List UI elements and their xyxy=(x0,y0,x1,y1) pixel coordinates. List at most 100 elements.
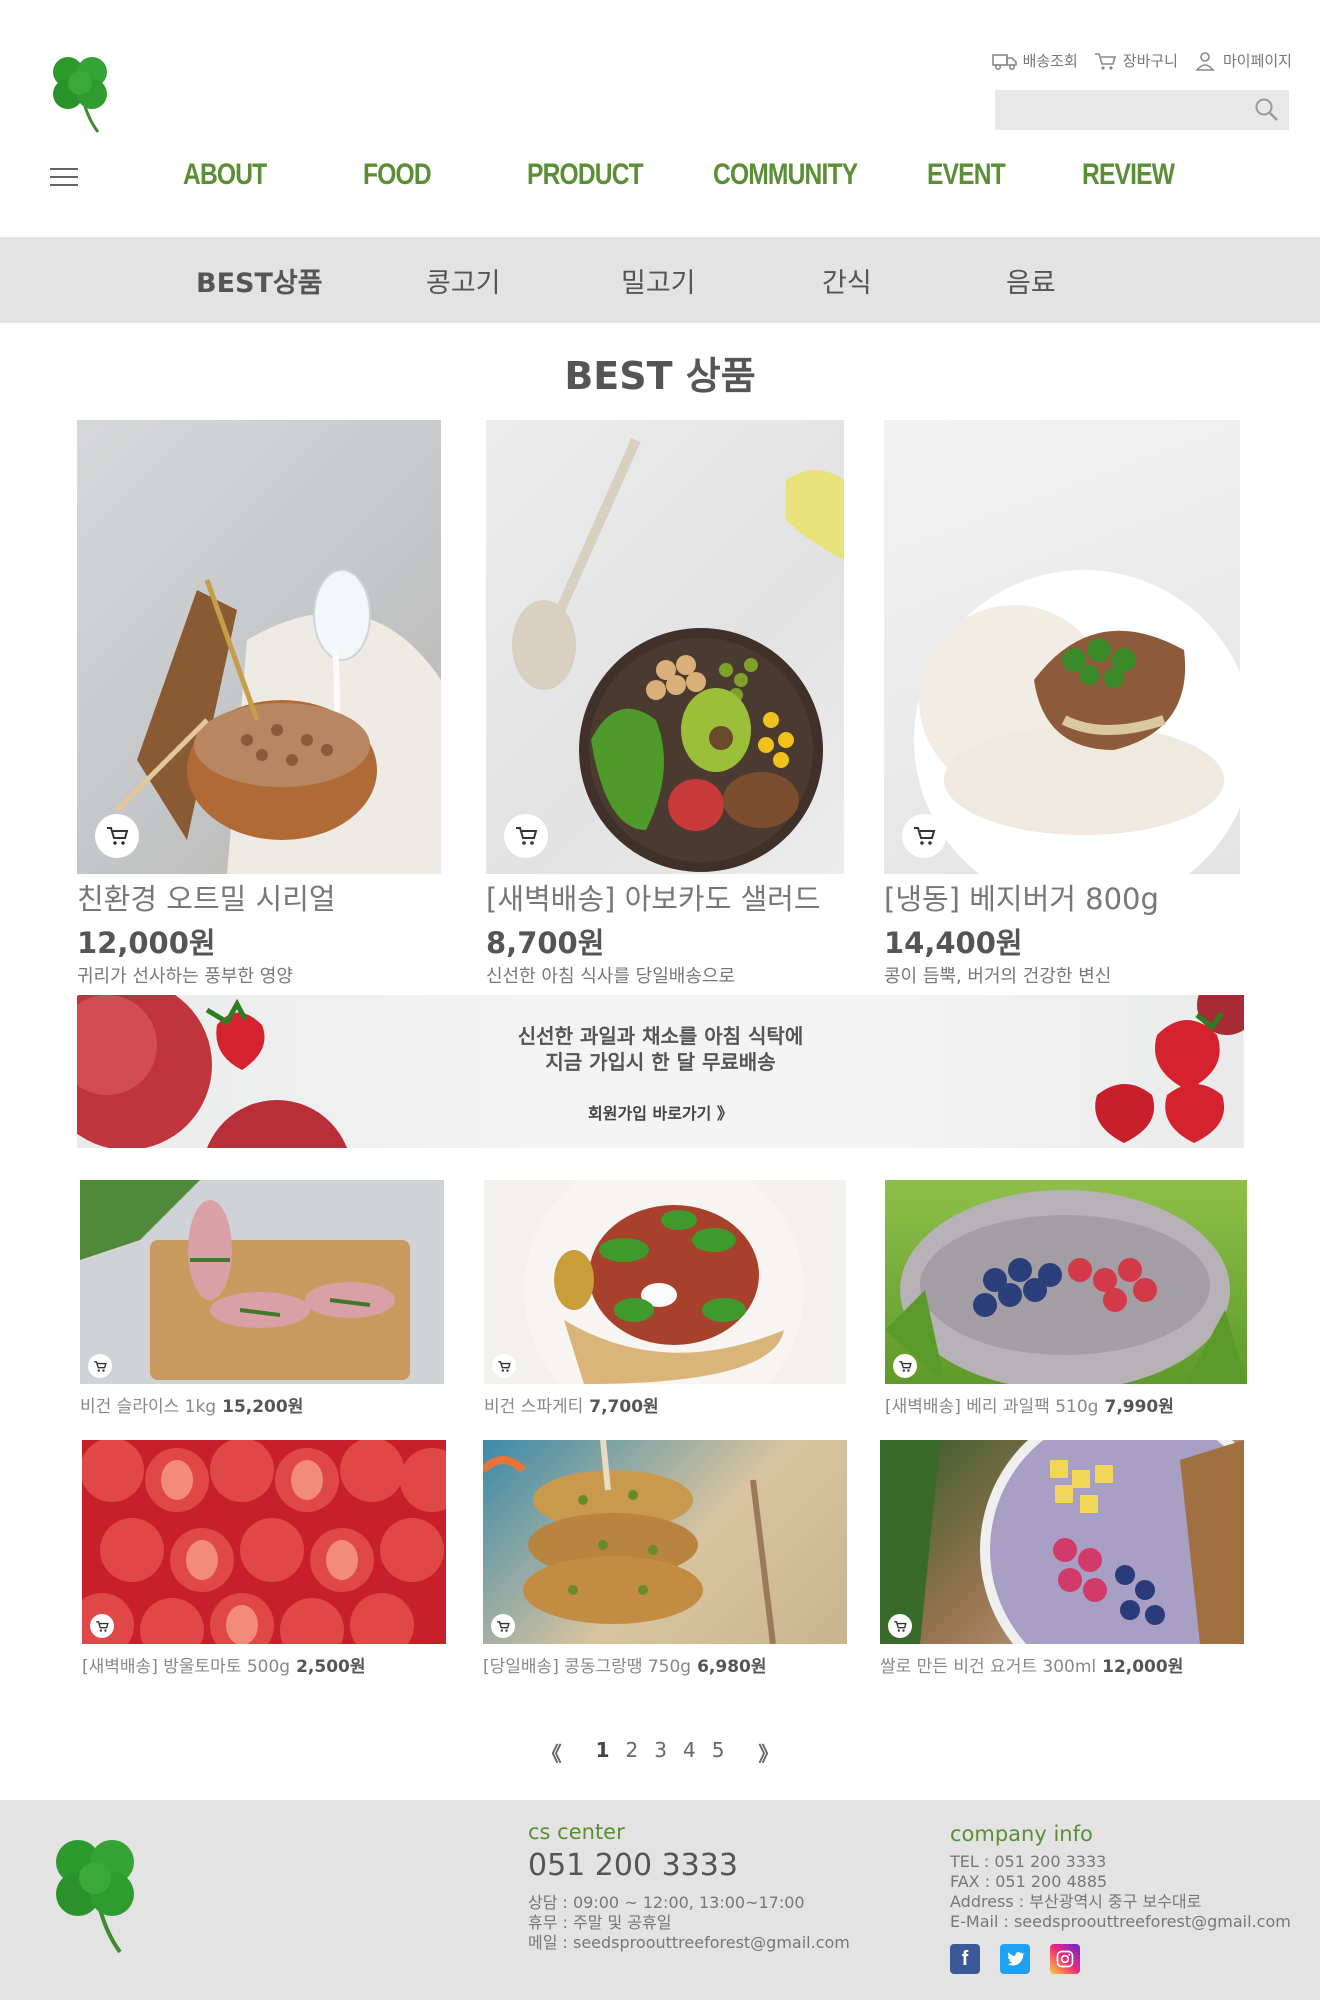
product-image-oatmeal[interactable] xyxy=(77,420,441,874)
prev-page-button[interactable]: 《 xyxy=(516,1738,588,1767)
product-price: 7,990원 xyxy=(1104,1397,1174,1417)
product-image-vegan-spaghetti[interactable] xyxy=(484,1180,846,1384)
product-price: 15,200원 xyxy=(222,1397,304,1417)
company-fax: FAX : 051 200 4885 xyxy=(950,1872,1108,1891)
banner-headline: 신선한 과일과 채소를 아침 식탁에 지금 가입시 한 달 무료배송 xyxy=(77,1023,1244,1075)
product-image-bean-patty[interactable] xyxy=(483,1440,847,1644)
footer: cs center 051 200 3333 상담 : 09:00 ~ 12:0… xyxy=(0,1800,1320,2000)
product-name: 친환경 오트밀 시리얼 xyxy=(77,882,336,916)
tab-wheat-meat[interactable]: 밀고기 xyxy=(621,261,696,300)
cs-holiday: 휴무 : 주말 및 공휴일 xyxy=(528,1913,672,1932)
nav-event[interactable]: EVENT xyxy=(927,158,1006,192)
product-price: 7,700원 xyxy=(589,1397,659,1417)
product-image-rice-yogurt[interactable] xyxy=(880,1440,1244,1644)
cart-icon xyxy=(96,1620,109,1632)
product-image-avocado-salad[interactable] xyxy=(486,420,844,874)
utility-links: 배송조회 장바구니 마이페이지 xyxy=(991,50,1292,71)
truck-icon xyxy=(991,53,1017,70)
banner-line2: 지금 가입시 한 달 무료배송 xyxy=(545,1050,776,1074)
product-name: 쌀로 만든 비건 요거트 300ml xyxy=(880,1657,1097,1677)
page-3[interactable]: 3 xyxy=(646,1738,675,1767)
product-image-vegan-slice[interactable] xyxy=(80,1180,444,1384)
delivery-tracking-link[interactable]: 배송조회 xyxy=(991,50,1078,71)
cs-center: cs center 051 200 3333 상담 : 09:00 ~ 12:0… xyxy=(528,1820,850,1953)
product-card[interactable]: [당일배송] 콩동그랑땡 750g 6,980원 xyxy=(483,1440,847,1677)
main-nav: ABOUT FOOD PRODUCT COMMUNITY EVENT REVIE… xyxy=(150,158,1175,202)
tab-soy-meat[interactable]: 콩고기 xyxy=(426,261,501,300)
product-caption: [새벽배송] 베리 과일팩 510g 7,990원 xyxy=(885,1392,1247,1417)
add-to-cart-button[interactable] xyxy=(492,1354,516,1378)
search-bar xyxy=(995,90,1289,130)
signup-banner[interactable]: 신선한 과일과 채소를 아침 식탁에 지금 가입시 한 달 무료배송 회원가입 … xyxy=(77,995,1244,1148)
product-name: 비건 슬라이스 1kg xyxy=(80,1397,217,1417)
cart-icon xyxy=(94,1360,107,1372)
footer-logo xyxy=(48,1830,144,1954)
add-to-cart-button[interactable] xyxy=(90,1614,114,1638)
twitter-icon[interactable] xyxy=(1000,1944,1030,1974)
product-caption: [새벽배송] 방울토마토 500g 2,500원 xyxy=(82,1652,446,1677)
instagram-icon[interactable] xyxy=(1050,1944,1080,1974)
tab-snacks[interactable]: 간식 xyxy=(822,261,872,300)
add-to-cart-button[interactable] xyxy=(491,1614,515,1638)
product-price: 2,500원 xyxy=(296,1657,366,1677)
cs-phone: 051 200 3333 xyxy=(528,1848,738,1883)
add-to-cart-button[interactable] xyxy=(504,814,548,858)
product-card[interactable]: [새벽배송] 베리 과일팩 510g 7,990원 xyxy=(885,1180,1247,1417)
product-name: [새벽배송] 베리 과일팩 510g xyxy=(885,1397,1099,1417)
company-address: Address : 부산광역시 중구 보수대로 xyxy=(950,1892,1202,1911)
page-4[interactable]: 4 xyxy=(675,1738,704,1767)
add-to-cart-button[interactable] xyxy=(893,1354,917,1378)
facebook-icon[interactable]: f xyxy=(950,1944,980,1974)
product-card[interactable]: 비건 슬라이스 1kg 15,200원 xyxy=(80,1180,444,1417)
best-product-card[interactable]: [새벽배송] 아보카도 샐러드 8,700원 신선한 아침 식사를 당일배송으로 xyxy=(486,420,844,988)
page-1[interactable]: 1 xyxy=(588,1738,618,1767)
product-price: 14,400원 xyxy=(884,926,1023,960)
product-price: 8,700원 xyxy=(486,926,605,960)
cart-icon xyxy=(107,827,129,845)
product-image-cherry-tomato[interactable] xyxy=(82,1440,446,1644)
product-desc: 신선한 아침 식사를 당일배송으로 xyxy=(486,966,736,987)
product-card[interactable]: 쌀로 만든 비건 요거트 300ml 12,000원 xyxy=(880,1440,1244,1677)
product-image-berry-pack[interactable] xyxy=(885,1180,1247,1384)
cart-link[interactable]: 장바구니 xyxy=(1092,50,1178,71)
nav-review[interactable]: REVIEW xyxy=(1082,158,1175,192)
cart-icon xyxy=(899,1360,912,1372)
add-to-cart-button[interactable] xyxy=(902,814,946,858)
add-to-cart-button[interactable] xyxy=(95,814,139,858)
delivery-tracking-label: 배송조회 xyxy=(1022,52,1078,70)
search-icon[interactable] xyxy=(1253,96,1281,124)
cart-label: 장바구니 xyxy=(1122,52,1178,70)
product-price: 12,000원 xyxy=(1102,1657,1184,1677)
cart-icon xyxy=(516,827,538,845)
next-page-button[interactable]: 》 xyxy=(732,1738,804,1767)
product-price: 6,980원 xyxy=(697,1657,767,1677)
add-to-cart-button[interactable] xyxy=(88,1354,112,1378)
product-desc: 콩이 듬뿍, 버거의 건강한 변신 xyxy=(884,966,1112,987)
page-5[interactable]: 5 xyxy=(704,1738,733,1767)
nav-community[interactable]: COMMUNITY xyxy=(713,158,858,192)
brand-logo[interactable] xyxy=(46,50,114,134)
company-heading: company info xyxy=(950,1822,1093,1846)
mypage-link[interactable]: 마이페이지 xyxy=(1192,50,1292,71)
nav-food[interactable]: FOOD xyxy=(363,158,432,192)
cart-icon xyxy=(498,1360,511,1372)
menu-icon[interactable] xyxy=(50,168,78,190)
cart-icon xyxy=(894,1620,907,1632)
signup-cta-link[interactable]: 회원가입 바로가기 》 xyxy=(77,1100,1244,1124)
product-card[interactable]: 비건 스파게티 7,700원 xyxy=(484,1180,846,1417)
product-name: [냉동] 베지버거 800g xyxy=(884,882,1159,916)
product-caption: 비건 슬라이스 1kg 15,200원 xyxy=(80,1392,444,1417)
best-product-card[interactable]: 친환경 오트밀 시리얼 12,000원 귀리가 선사하는 풍부한 영양 xyxy=(77,420,441,988)
product-card[interactable]: [새벽배송] 방울토마토 500g 2,500원 xyxy=(82,1440,446,1677)
product-image-veggie-burger[interactable] xyxy=(884,420,1240,874)
tab-drinks[interactable]: 음료 xyxy=(1006,261,1056,300)
nav-product[interactable]: PRODUCT xyxy=(527,158,644,192)
nav-about[interactable]: ABOUT xyxy=(183,158,267,192)
search-input[interactable] xyxy=(995,90,1235,130)
tab-best[interactable]: BEST상품 xyxy=(196,261,323,300)
page-2[interactable]: 2 xyxy=(617,1738,646,1767)
product-caption: 쌀로 만든 비건 요거트 300ml 12,000원 xyxy=(880,1652,1244,1677)
add-to-cart-button[interactable] xyxy=(888,1614,912,1638)
best-product-card[interactable]: [냉동] 베지버거 800g 14,400원 콩이 듬뿍, 버거의 건강한 변신 xyxy=(884,420,1240,988)
social-links: f xyxy=(950,1944,1291,1974)
